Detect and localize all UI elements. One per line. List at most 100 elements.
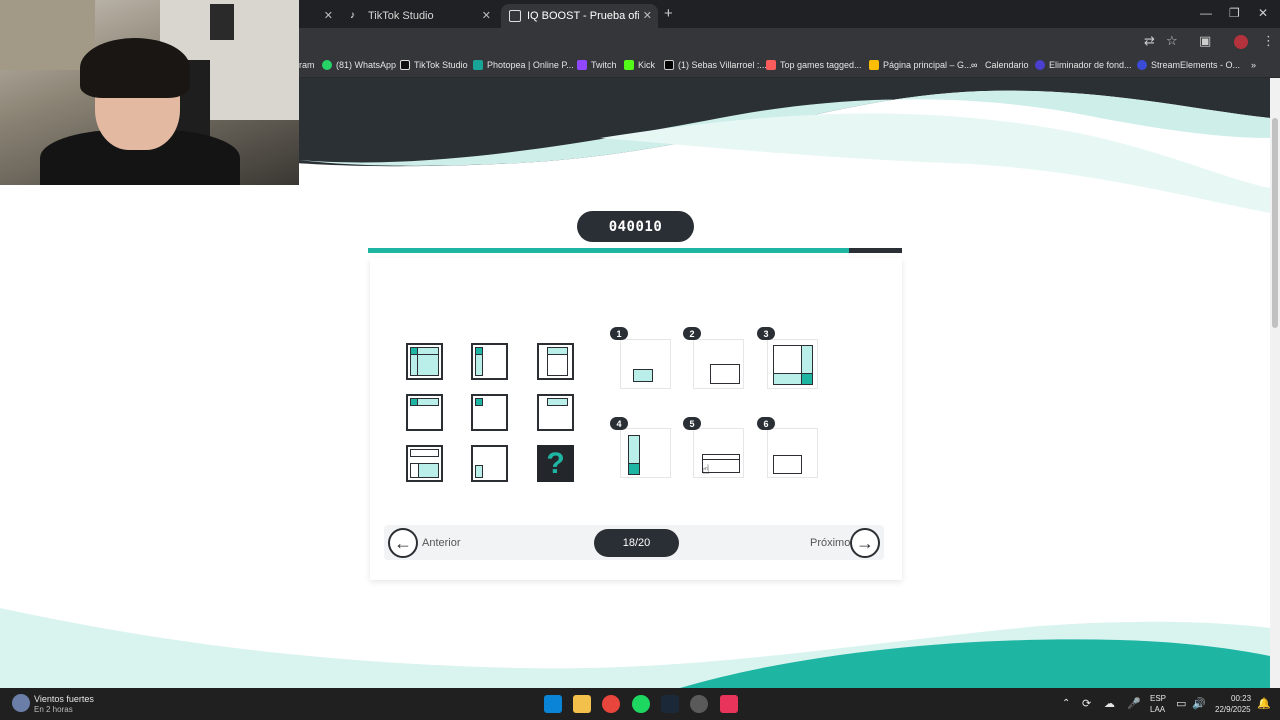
notification-bell-icon[interactable]: 🔔 (1257, 697, 1271, 710)
streamelements-icon (1137, 60, 1147, 70)
spotify-icon[interactable] (632, 695, 650, 713)
steam-icon[interactable] (661, 695, 679, 713)
scrollbar-thumb[interactable] (1272, 118, 1278, 328)
weather-title[interactable]: Vientos fuertes (34, 694, 94, 704)
previous-label[interactable]: Anterior (422, 537, 461, 549)
next-label[interactable]: Próximo (810, 537, 850, 549)
whatsapp-icon (322, 60, 332, 70)
itch-icon (766, 60, 776, 70)
kick-icon (624, 60, 634, 70)
sync-icon[interactable]: ⟳ (1082, 697, 1091, 710)
bookmark-item[interactable]: ram (299, 60, 315, 70)
file-explorer-icon[interactable] (573, 695, 591, 713)
star-icon[interactable]: ☆ (1166, 33, 1178, 49)
matrix-cell-7 (406, 445, 443, 482)
answer-option-2[interactable] (693, 339, 744, 389)
mouse-cursor-icon: ☝ (702, 462, 710, 477)
bookmark-itch[interactable]: Top games tagged... (766, 60, 862, 70)
weather-icon[interactable] (12, 694, 30, 712)
remover-icon (1035, 60, 1045, 70)
minimize-icon[interactable]: — (1200, 6, 1212, 20)
microphone-icon[interactable]: 🎤 (1127, 697, 1141, 710)
test-code-badge: 040010 (577, 211, 694, 242)
page-scrollbar[interactable] (1270, 78, 1280, 688)
windows-start-icon[interactable] (544, 695, 562, 713)
question-counter: 18/20 (594, 529, 679, 557)
option-number: 2 (683, 327, 701, 340)
progress-bar (368, 248, 902, 253)
tiktok-icon (400, 60, 410, 70)
option-number: 5 (683, 417, 701, 430)
matrix-cell-2 (471, 343, 508, 380)
matrix-cell-4 (406, 394, 443, 431)
photopea-icon (473, 60, 483, 70)
language-code[interactable]: ESP (1150, 694, 1166, 703)
new-tab-icon[interactable]: + (664, 5, 673, 22)
bookmark-kick[interactable]: Kick (624, 60, 655, 70)
extensions-icon[interactable]: ▣ (1199, 33, 1211, 49)
arrow-right-icon: → (856, 532, 874, 553)
close-window-icon[interactable]: ✕ (1258, 6, 1268, 20)
clock-date[interactable]: 22/9/2025 (1215, 705, 1251, 714)
progress-fill (368, 248, 849, 253)
clock-time[interactable]: 00:23 (1231, 694, 1251, 703)
iq-boost-icon (509, 10, 521, 22)
restore-icon[interactable]: ❐ (1229, 6, 1240, 20)
matrix-cell-5 (471, 394, 508, 431)
bookmark-x[interactable]: (1) Sebas Villarroel :... (664, 60, 767, 70)
next-button[interactable]: → (850, 528, 880, 558)
bookmark-streamelements[interactable]: StreamElements - O... (1137, 60, 1240, 70)
menu-icon[interactable]: ⋮ (1262, 33, 1275, 49)
x-icon (664, 60, 674, 70)
option-number: 6 (757, 417, 775, 430)
cloud-icon[interactable]: ☁ (1104, 697, 1115, 710)
answer-option-1[interactable] (620, 339, 671, 389)
option-number: 1 (610, 327, 628, 340)
option-number: 3 (757, 327, 775, 340)
close-tab-icon[interactable]: ✕ (482, 9, 491, 22)
matrix-cell-6 (537, 394, 574, 431)
network-icon[interactable]: ▭ (1176, 697, 1186, 710)
answer-option-5[interactable] (693, 428, 744, 478)
bookmark-twitch[interactable]: Twitch (577, 60, 617, 70)
close-tab-icon[interactable]: ✕ (324, 9, 333, 22)
tiktok-live-icon[interactable] (720, 695, 738, 713)
keyboard-layout[interactable]: LAA (1150, 705, 1165, 714)
weather-subtitle: En 2 horas (34, 705, 73, 714)
bookmark-gdrive[interactable]: Página principal – G... (869, 60, 972, 70)
twitch-icon (577, 60, 587, 70)
answer-option-4[interactable] (620, 428, 671, 478)
bookmark-calendar[interactable]: ∞ Calendario (971, 60, 1029, 70)
windows-taskbar: Vientos fuertes En 2 horas ⌃ ⟳ ☁ 🎤 ESP L… (0, 688, 1280, 720)
chevron-up-icon[interactable]: ⌃ (1062, 698, 1070, 709)
tab-tiktok-studio[interactable]: ♪ TikTok Studio ✕ (342, 4, 497, 28)
bookmark-tiktok[interactable]: TikTok Studio (400, 60, 468, 70)
matrix-cell-3 (537, 343, 574, 380)
drive-icon (869, 60, 879, 70)
close-tab-icon[interactable]: ✕ (643, 9, 652, 22)
tiktok-icon: ♪ (350, 10, 355, 21)
obs-icon[interactable] (690, 695, 708, 713)
webcam-overlay (0, 0, 299, 185)
matrix-cell-8 (471, 445, 508, 482)
answer-option-3[interactable] (767, 339, 818, 389)
chrome-icon[interactable] (602, 695, 620, 713)
answer-option-6[interactable] (767, 428, 818, 478)
arrow-left-icon: ← (394, 532, 412, 553)
more-bookmarks-icon[interactable]: » (1251, 60, 1256, 70)
tab-iq-boost[interactable]: IQ BOOST - Prueba oficial de Cl ✕ (501, 4, 658, 28)
tab-label: IQ BOOST - Prueba oficial de Cl (527, 10, 639, 22)
tab-label: TikTok Studio (368, 10, 434, 22)
previous-button[interactable]: ← (388, 528, 418, 558)
translate-icon[interactable]: ⇄ (1144, 33, 1155, 49)
missing-cell-question: ? (537, 445, 574, 482)
avatar[interactable] (1234, 35, 1248, 49)
bookmark-photopea[interactable]: Photopea | Online P... (473, 60, 574, 70)
volume-icon[interactable]: 🔊 (1192, 697, 1206, 710)
tab-partial[interactable]: ✕ (299, 4, 339, 28)
bookmark-whatsapp[interactable]: (81) WhatsApp (322, 60, 396, 70)
option-number: 4 (610, 417, 628, 430)
matrix-cell-1 (406, 343, 443, 380)
infinity-icon: ∞ (971, 60, 978, 70)
bookmark-remover[interactable]: Eliminador de fond... (1035, 60, 1132, 70)
